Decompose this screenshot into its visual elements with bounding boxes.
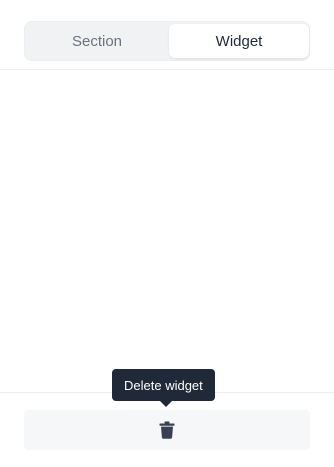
delete-widget-button[interactable] (24, 410, 310, 450)
delete-widget-tooltip: Delete widget (112, 369, 215, 407)
panel-header: Section Widget (0, 0, 334, 70)
section-widget-toggle: Section Widget (24, 21, 310, 61)
panel-content (0, 70, 334, 392)
tooltip-text: Delete widget (124, 377, 203, 393)
trash-icon (159, 421, 175, 439)
tab-section[interactable]: Section (27, 24, 167, 58)
tooltip-arrow (160, 401, 172, 407)
tab-widget[interactable]: Widget (169, 24, 309, 58)
